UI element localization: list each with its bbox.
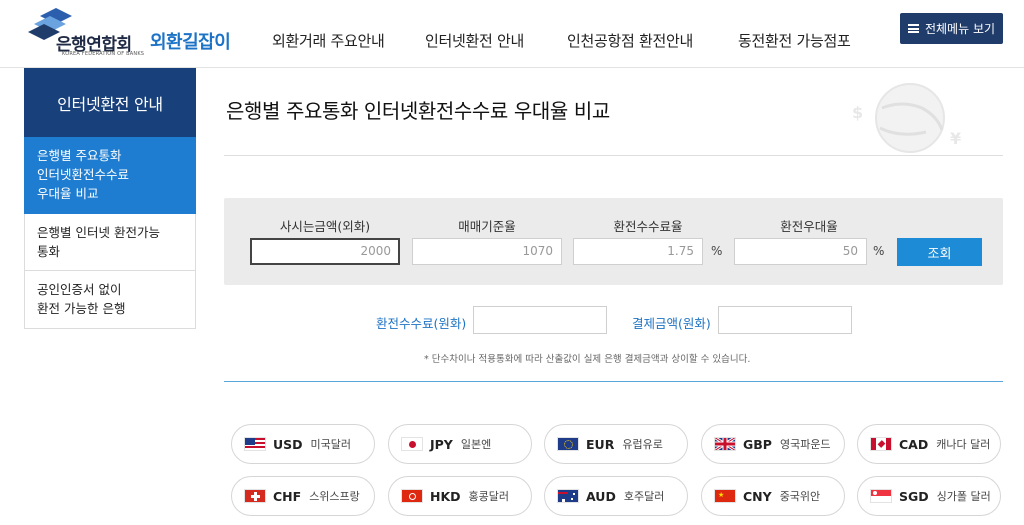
- currency-name: 스위스프랑: [309, 490, 360, 503]
- label-discount-rate: 환전우대율: [780, 219, 838, 234]
- base-rate-input[interactable]: 1070: [412, 238, 562, 265]
- currency-name: 싱가폴 달러: [936, 490, 991, 503]
- currency-button-hkd[interactable]: HKD 홍콩달러: [388, 476, 532, 516]
- site-header: 은행연합회 KOREA FEDERATION OF BANKS 외환길잡이 외환…: [0, 0, 1024, 68]
- nav-item-coin-exchange[interactable]: 동전환전 가능점포: [738, 30, 851, 51]
- currency-name: 중국위안: [779, 490, 821, 503]
- currency-name: 미국달러: [310, 438, 352, 451]
- currency-code: USD: [273, 436, 303, 452]
- currency-code: HKD: [430, 488, 461, 504]
- ca-flag-icon: [870, 437, 892, 451]
- currency-name: 캐나다 달러: [936, 438, 991, 451]
- currency-code: CAD: [899, 436, 929, 452]
- discount-rate-percent: %: [873, 244, 885, 258]
- currency-button-usd[interactable]: USD 미국달러: [231, 424, 375, 464]
- eu-flag-icon: [557, 437, 579, 451]
- currency-code: SGD: [899, 488, 929, 504]
- fee-result-field[interactable]: [473, 306, 607, 334]
- currency-name: 홍콩달러: [468, 490, 510, 503]
- currency-code: GBP: [743, 436, 772, 452]
- sg-flag-icon: [870, 489, 892, 503]
- fee-rate-input[interactable]: 1.75: [573, 238, 703, 265]
- search-button[interactable]: 조회: [897, 238, 982, 266]
- jp-flag-icon: [401, 437, 423, 451]
- svg-text:$: $: [852, 103, 863, 122]
- nav-item-internet-exchange[interactable]: 인터넷환전 안내: [425, 30, 524, 51]
- currency-name: 유럽유로: [622, 438, 663, 451]
- currency-code: CNY: [743, 488, 772, 504]
- svg-text:¥: ¥: [950, 129, 961, 148]
- nav-item-fx-guide[interactable]: 외환거래 주요안내: [272, 30, 385, 51]
- title-divider: [224, 155, 1003, 156]
- currency-code: EUR: [586, 436, 615, 452]
- hamburger-icon: [907, 24, 919, 33]
- payment-result-label: 결제금액(원화): [632, 316, 711, 331]
- au-flag-icon: [557, 489, 579, 503]
- currency-button-cad[interactable]: CAD 캐나다 달러: [857, 424, 1001, 464]
- sidebar-title: 인터넷환전 안내: [24, 68, 196, 137]
- sidebar-item-available-currencies[interactable]: 은행별 인터넷 환전가능 통화: [24, 214, 196, 271]
- fee-rate-percent: %: [711, 244, 723, 258]
- currency-code: JPY: [430, 436, 453, 452]
- currency-code: CHF: [273, 488, 302, 504]
- full-menu-label: 전체메뉴 보기: [924, 22, 996, 36]
- currency-button-cny[interactable]: ★ CNY 중국위안: [701, 476, 845, 516]
- currency-button-sgd[interactable]: SGD 싱가폴 달러: [857, 476, 1001, 516]
- label-base-rate: 매매기준율: [458, 219, 516, 234]
- sidebar-item-fee-comparison[interactable]: 은행별 주요통화 인터넷환전수수료 우대율 비교: [24, 137, 196, 214]
- currency-button-gbp[interactable]: GBP 영국파운드: [701, 424, 845, 464]
- discount-rate-input[interactable]: 50: [734, 238, 867, 265]
- currency-button-chf[interactable]: CHF 스위스프랑: [231, 476, 375, 516]
- site-logo[interactable]: 은행연합회 KOREA FEDERATION OF BANKS 외환길잡이: [26, 6, 231, 62]
- hk-flag-icon: [401, 489, 423, 503]
- fee-result-label: 환전수수료(원화): [376, 316, 467, 331]
- gb-flag-icon: [714, 437, 736, 451]
- label-fee-rate: 환전수수료율: [613, 219, 683, 234]
- payment-result-field[interactable]: [718, 306, 852, 334]
- globe-decoration-icon: $ ¥: [852, 83, 961, 153]
- currency-button-aud[interactable]: AUD 호주달러: [544, 476, 688, 516]
- disclaimer-note: * 단수차이나 적용통화에 따라 산출값이 실제 은행 결제금액과 상이할 수 …: [424, 354, 751, 365]
- currency-name: 영국파운드: [779, 438, 831, 451]
- exchange-calculator: 사시는금액(외화) 매매기준율 환전수수료율 환전우대율 2000 1070 1…: [224, 198, 1003, 285]
- cn-flag-icon: ★: [714, 489, 736, 503]
- nav-item-incheon-airport[interactable]: 인천공항점 환전안내: [567, 30, 693, 51]
- full-menu-button[interactable]: 전체메뉴 보기: [900, 13, 1003, 44]
- section-divider: [224, 381, 1003, 382]
- currency-button-eur[interactable]: EUR 유럽유로: [544, 424, 688, 464]
- us-flag-icon: [244, 437, 266, 451]
- currency-code: AUD: [586, 488, 616, 504]
- currency-name: 일본엔: [460, 438, 492, 451]
- currency-name: 호주달러: [623, 490, 665, 503]
- page-title: 은행별 주요통화 인터넷환전수수료 우대율 비교: [226, 99, 610, 123]
- purchase-amount-input[interactable]: 2000: [250, 238, 400, 265]
- logo-accent-text: 외환길잡이: [150, 32, 231, 53]
- label-purchase-amount: 사시는금액(외화): [279, 219, 371, 234]
- currency-button-jpy[interactable]: JPY 일본엔: [388, 424, 532, 464]
- ch-flag-icon: [244, 489, 266, 503]
- sidebar: 인터넷환전 안내 은행별 주요통화 인터넷환전수수료 우대율 비교 은행별 인터…: [24, 68, 196, 329]
- logo-subtext: KOREA FEDERATION OF BANKS: [62, 51, 145, 57]
- sidebar-item-no-certificate-banks[interactable]: 공인인증서 없이 환전 가능한 은행: [24, 271, 196, 329]
